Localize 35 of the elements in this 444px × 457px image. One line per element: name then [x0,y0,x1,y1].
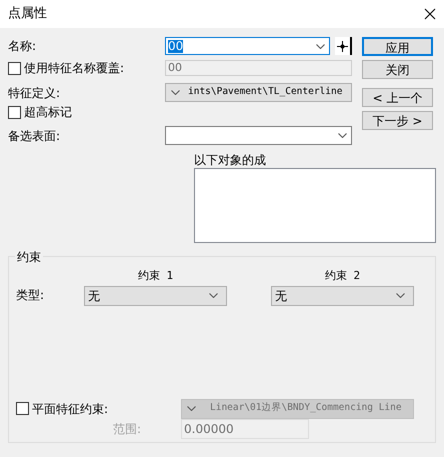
override-label: 使用特征名称覆盖: [24,60,124,77]
alt-surface-label: 备选表面: [8,128,62,144]
object-list[interactable] [194,168,436,243]
superelevation-label: 超高标记 [24,104,72,121]
checkbox[interactable] [8,62,21,74]
constraint-heading: 约束 1 [138,269,174,282]
chevron-down-icon [396,293,405,298]
chevron-down-icon [209,293,218,298]
dialog-button[interactable]: < 上一个 [362,88,433,107]
chevron-down-icon [187,406,196,411]
chevron-down-icon [171,90,180,95]
range-label: 范围: [112,420,142,438]
alt-surface-combo[interactable] [165,126,352,145]
dialog-button[interactable]: 应用 [362,37,433,56]
constraint-heading: 约束 2 [324,269,360,282]
pick-button[interactable] [335,37,352,55]
feature-definition-label: 特征定义: [8,84,62,102]
chevron-down-icon [316,44,325,48]
constraint-type-dropdown[interactable]: 无 [84,286,227,306]
dialog-button[interactable]: 下一步 > [362,111,433,130]
name-label: 名称: [8,38,38,55]
constraint-type-dropdown[interactable]: 无 [271,286,414,306]
checkbox[interactable] [16,402,29,415]
name-combo[interactable]: 00 [165,37,330,55]
list-label: 以下对象的成 [194,152,267,168]
feature-definition-dropdown[interactable]: ints\Pavement\TL_Centerline [165,83,352,102]
plan-constraint-label: 平面特征约束: [32,400,108,418]
checkbox[interactable] [8,106,21,118]
window-title: 点属性 [8,5,47,24]
chevron-down-icon [338,133,347,138]
dialog-button[interactable]: 关闭 [362,60,433,79]
override-field: 00 [165,60,352,76]
close-icon[interactable] [424,8,436,20]
crosshair-icon [337,40,348,52]
type-label: 类型: [16,286,46,304]
